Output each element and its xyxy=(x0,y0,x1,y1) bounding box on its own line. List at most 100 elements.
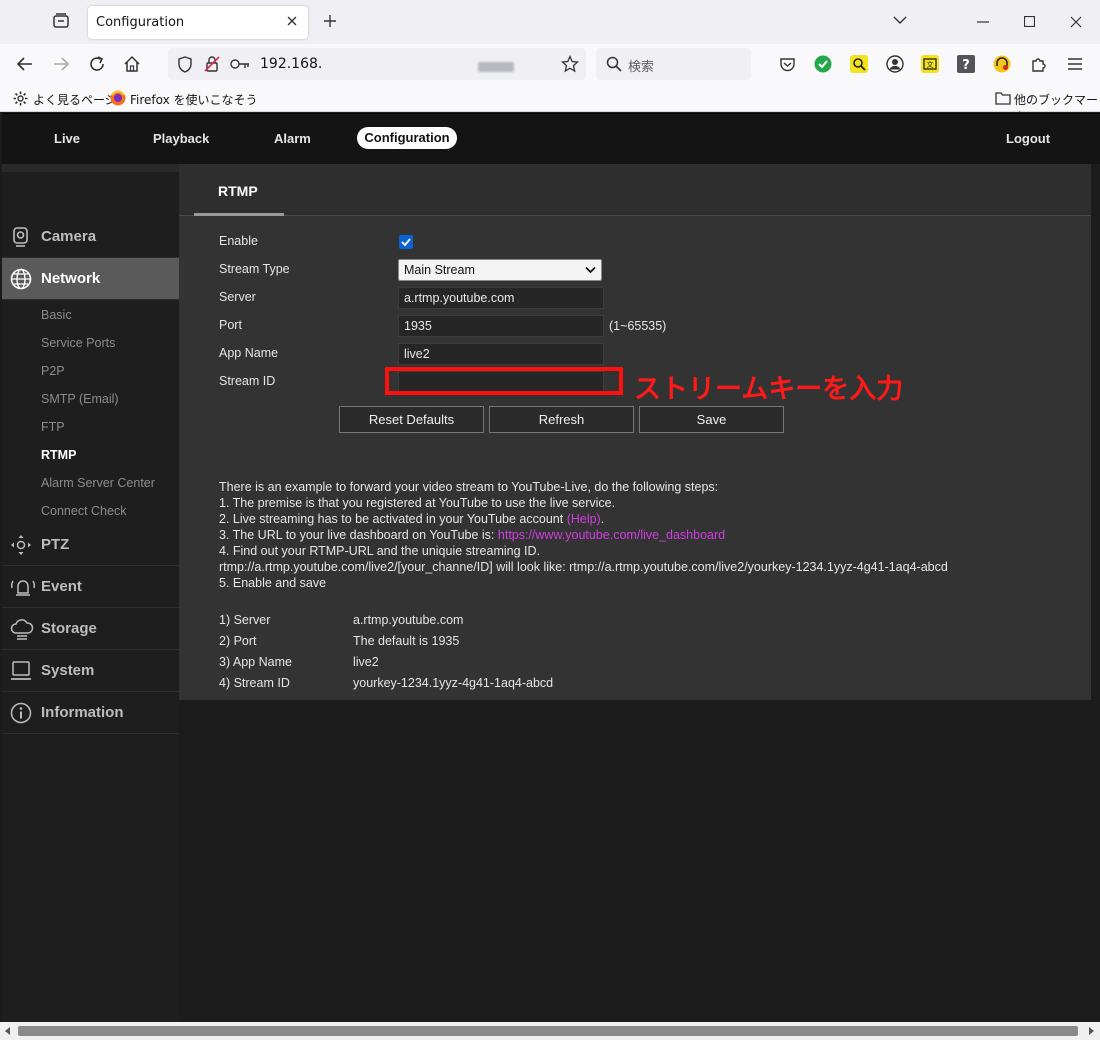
sidebar: Camera Network Basic Service Ports P2P S… xyxy=(2,172,188,1034)
extension-check-icon[interactable] xyxy=(814,55,832,73)
sidebar-sub-service-ports[interactable]: Service Ports xyxy=(41,336,115,350)
summary-label: 4) Stream ID xyxy=(219,676,290,690)
nav-configuration[interactable]: Configuration xyxy=(357,127,457,149)
top-navigation: Live Playback Alarm Configuration Logout xyxy=(2,113,1100,164)
extension-help-icon[interactable]: ? xyxy=(957,55,975,73)
sidebar-item-label: Storage xyxy=(41,620,97,637)
port-label: Port xyxy=(219,318,242,332)
app-name-input[interactable]: live2 xyxy=(398,343,604,365)
sidebar-item-label: Camera xyxy=(41,228,97,245)
extensions-puzzle-icon[interactable] xyxy=(1030,55,1048,73)
annotation-highlight-box xyxy=(385,367,623,395)
save-button[interactable]: Save xyxy=(639,406,784,433)
stream-type-select[interactable]: Main Stream xyxy=(398,259,602,281)
help-step-4: 4. Find out your RTMP-URL and the uniqui… xyxy=(219,544,540,558)
server-label: Server xyxy=(219,290,256,304)
enable-checkbox[interactable] xyxy=(399,235,413,249)
annotation-text: ストリームキーを入力 xyxy=(634,374,904,405)
url-bar[interactable]: 192.168. xyxy=(168,48,586,80)
server-input[interactable]: a.rtmp.youtube.com xyxy=(398,287,604,309)
sidebar-sub-smtp[interactable]: SMTP (Email) xyxy=(41,392,119,406)
extension-zoom-icon[interactable] xyxy=(850,55,868,73)
account-icon[interactable] xyxy=(886,55,904,73)
sidebar-sub-ftp[interactable]: FTP xyxy=(41,420,65,434)
redacted-address xyxy=(478,62,514,72)
help-link[interactable]: (Help) xyxy=(567,512,601,526)
url-text[interactable]: 192.168. xyxy=(260,56,322,72)
bookmarks-bar: よく見るページ Firefox を使いこなそう 他のブックマーク xyxy=(0,86,1100,124)
stream-id-label: Stream ID xyxy=(219,374,276,388)
bookmark-firefox-tips[interactable]: Firefox を使いこなそう xyxy=(130,91,258,108)
minimize-icon[interactable] xyxy=(977,21,989,23)
bookmark-frequent[interactable]: よく見るページ xyxy=(33,91,117,108)
sidebar-sub-alarm-server[interactable]: Alarm Server Center xyxy=(41,476,155,490)
nav-playback[interactable]: Playback xyxy=(153,131,209,146)
sidebar-item-label: Information xyxy=(41,704,124,721)
sidebar-item-label: Network xyxy=(41,270,101,287)
network-globe-icon xyxy=(10,268,32,290)
port-input[interactable]: 1935 xyxy=(398,315,604,337)
gear-icon xyxy=(13,91,28,106)
summary-label: 1) Server xyxy=(219,613,271,627)
summary-value: yourkey-1234.1yyz-4g41-1aq4-abcd xyxy=(353,676,554,690)
summary-value: The default is 1935 xyxy=(353,634,460,648)
maximize-icon[interactable] xyxy=(1024,16,1035,27)
sidebar-item-information[interactable]: Information xyxy=(2,692,179,734)
key-icon[interactable] xyxy=(230,58,250,70)
browser-tab-bar: Configuration xyxy=(0,0,1100,44)
scroll-left-icon[interactable] xyxy=(4,1027,12,1035)
sidebar-item-network[interactable]: Network xyxy=(2,258,188,300)
extension-audio-icon[interactable] xyxy=(993,55,1011,73)
summary-value: live2 xyxy=(353,655,379,669)
extension-translate-icon[interactable]: 文 xyxy=(921,55,939,73)
summary-label: 3) App Name xyxy=(219,655,292,669)
page-title: RTMP xyxy=(218,183,258,199)
tab-list-icon[interactable] xyxy=(52,12,70,30)
shield-icon[interactable] xyxy=(177,56,193,73)
sidebar-item-storage[interactable]: Storage xyxy=(2,608,179,650)
search-bar[interactable]: 検索 xyxy=(596,48,751,80)
sidebar-sub-basic[interactable]: Basic xyxy=(41,308,72,322)
insecure-lock-icon[interactable] xyxy=(204,55,220,73)
sidebar-item-camera[interactable]: Camera xyxy=(2,216,179,258)
right-edge xyxy=(1091,164,1100,1022)
new-tab-icon[interactable] xyxy=(323,14,337,28)
tab-title: Configuration xyxy=(96,15,185,30)
horizontal-scrollbar[interactable] xyxy=(0,1022,1100,1040)
nav-alarm[interactable]: Alarm xyxy=(274,131,311,146)
scrollbar-thumb[interactable] xyxy=(18,1026,1078,1036)
summary-label: 2) Port xyxy=(219,634,257,648)
menu-icon[interactable] xyxy=(1067,57,1083,71)
sidebar-item-ptz[interactable]: PTZ xyxy=(2,524,179,566)
chevron-down-icon[interactable] xyxy=(893,15,907,25)
info-icon xyxy=(10,702,32,724)
forward-icon[interactable] xyxy=(52,56,70,72)
browser-tab[interactable]: Configuration xyxy=(88,6,308,39)
back-icon[interactable] xyxy=(16,56,34,72)
rtmp-panel: RTMP Enable Stream Type Main Stream Serv… xyxy=(179,164,1091,700)
sidebar-sub-connect-check[interactable]: Connect Check xyxy=(41,504,126,518)
scroll-right-icon[interactable] xyxy=(1087,1027,1095,1035)
pocket-icon[interactable] xyxy=(779,56,796,73)
sidebar-sub-rtmp[interactable]: RTMP xyxy=(41,448,76,462)
close-window-icon[interactable] xyxy=(1070,16,1082,28)
sidebar-item-event[interactable]: Event xyxy=(2,566,179,608)
search-icon xyxy=(606,56,622,72)
bookmark-star-icon[interactable] xyxy=(561,55,579,73)
help-step-2: 2. Live streaming has to be activated in… xyxy=(219,512,604,526)
sidebar-item-system[interactable]: System xyxy=(2,650,179,692)
live-dashboard-link[interactable]: https://www.youtube.com/live_dashboard xyxy=(498,528,725,542)
refresh-button[interactable]: Refresh xyxy=(489,406,634,433)
sidebar-sub-p2p[interactable]: P2P xyxy=(41,364,65,378)
help-step-1: 1. The premise is that you registered at… xyxy=(219,496,616,510)
logout-link[interactable]: Logout xyxy=(1006,131,1050,146)
alarm-bell-icon xyxy=(10,576,36,598)
reset-defaults-button[interactable]: Reset Defaults xyxy=(339,406,484,433)
nav-live[interactable]: Live xyxy=(54,131,80,146)
stream-type-value: Main Stream xyxy=(404,263,475,277)
reload-icon[interactable] xyxy=(88,55,106,73)
check-icon xyxy=(401,238,411,247)
svg-text:?: ? xyxy=(962,58,970,73)
close-tab-icon[interactable] xyxy=(286,15,298,27)
home-icon[interactable] xyxy=(123,55,141,73)
